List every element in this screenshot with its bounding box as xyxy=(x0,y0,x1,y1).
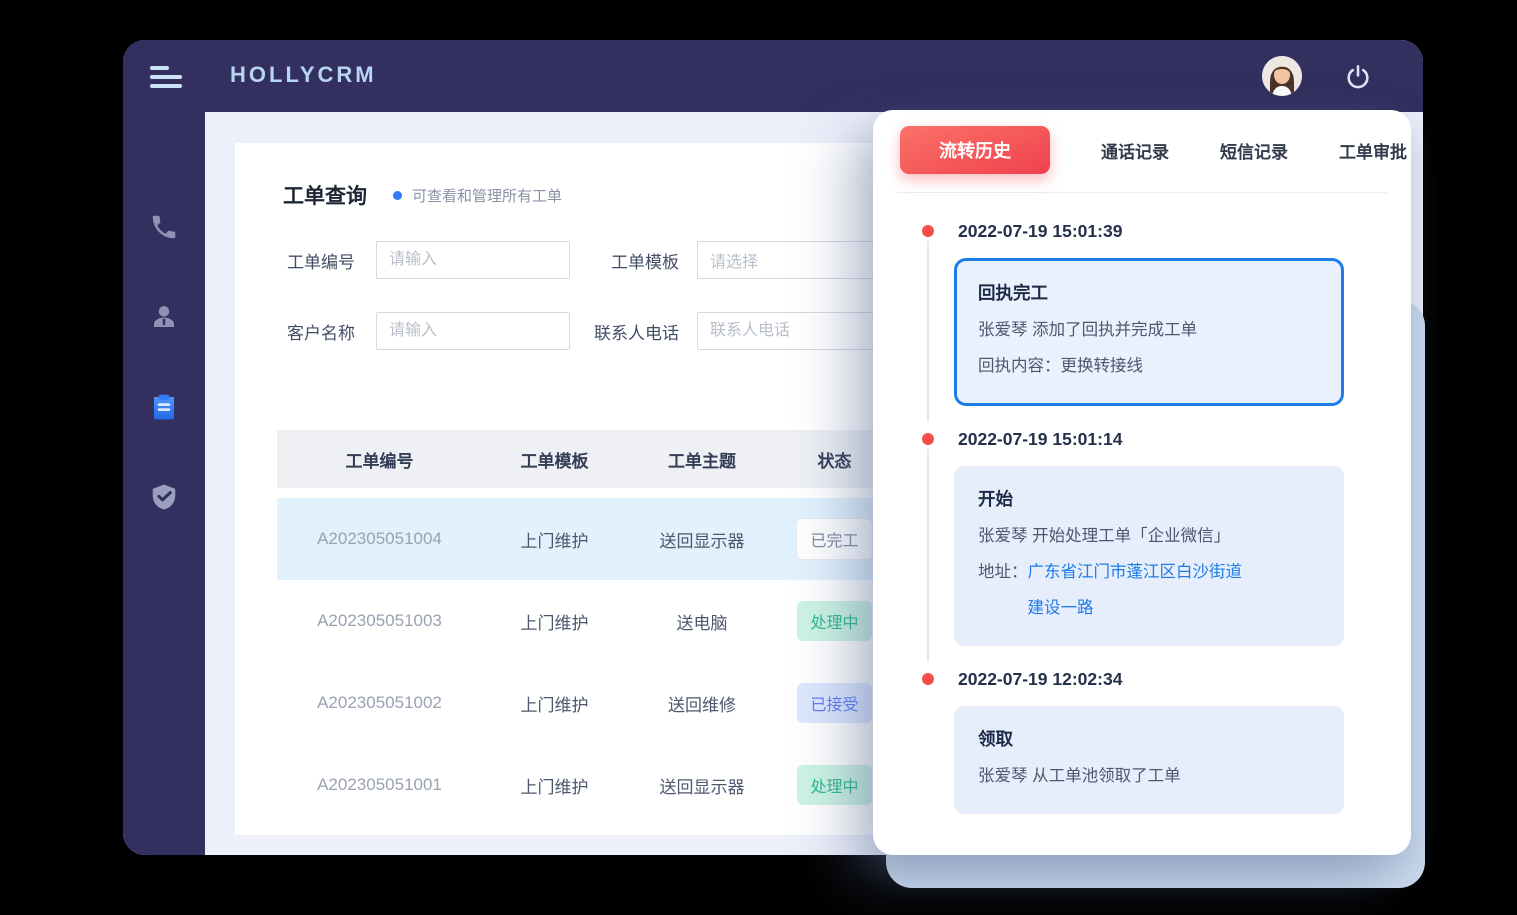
table-row[interactable]: A202305051004 上门维护 送回显示器 已完工 xyxy=(277,498,937,580)
timeline-card-line: 张爱琴 开始处理工单「企业微信」 xyxy=(978,518,1320,554)
cell-subject: 送回维修 xyxy=(627,691,777,716)
timeline-card-line: 张爱琴 添加了回执并完成工单 xyxy=(978,312,1320,348)
timeline-card-title: 回执完工 xyxy=(978,278,1320,308)
template-select-placeholder: 请选择 xyxy=(710,248,758,272)
history-panel: 流转历史 通话记录 短信记录 工单审批 2022-07-19 15:01:39 … xyxy=(873,110,1411,855)
cell-template: 上门维护 xyxy=(482,691,627,716)
status-badge: 处理中 xyxy=(797,765,871,805)
col-header-template: 工单模板 xyxy=(482,447,627,472)
tab-workorder-approval[interactable]: 工单审批 xyxy=(1339,138,1407,163)
contacts-icon xyxy=(149,302,179,332)
subtitle-dot-icon xyxy=(393,191,402,200)
page-subtitle: 可查看和管理所有工单 xyxy=(412,185,562,206)
table-row[interactable]: A202305051001 上门维护 送回显示器 处理中 xyxy=(277,744,937,826)
sidebar-item-calls[interactable] xyxy=(147,210,181,244)
tab-call-records[interactable]: 通话记录 xyxy=(1101,138,1169,163)
avatar-image xyxy=(1262,56,1302,96)
cell-subject: 送电脑 xyxy=(627,609,777,634)
user-avatar[interactable] xyxy=(1262,56,1302,96)
table-row[interactable]: A202305051003 上门维护 送电脑 处理中 xyxy=(277,580,937,662)
timeline-card-title: 开始 xyxy=(978,484,1320,514)
col-header-subject: 工单主题 xyxy=(627,447,777,472)
timeline-connector xyxy=(927,449,929,662)
security-icon xyxy=(149,482,179,512)
timeline-entry: 2022-07-19 15:01:39 回执完工 张爱琴 添加了回执并完成工单 … xyxy=(922,218,1375,406)
filter-label-order-id: 工单编号 xyxy=(287,248,376,273)
timeline: 2022-07-19 15:01:39 回执完工 张爱琴 添加了回执并完成工单 … xyxy=(873,193,1411,814)
cell-order-id: A202305051004 xyxy=(277,529,482,549)
tab-circulation-history[interactable]: 流转历史 xyxy=(900,126,1050,174)
tab-sms-records[interactable]: 短信记录 xyxy=(1220,138,1288,163)
timeline-entry: 2022-07-19 12:02:34 领取 张爱琴 从工单池领取了工单 xyxy=(922,666,1375,814)
filter-label-phone: 联系人电话 xyxy=(594,319,679,344)
timeline-dot-icon xyxy=(922,225,934,237)
timeline-card-line: 张爱琴 从工单池领取了工单 xyxy=(978,758,1320,794)
workorder-table: 工单编号 工单模板 工单主题 状态 A202305051004 上门维护 送回显… xyxy=(277,430,937,826)
col-header-order-id: 工单编号 xyxy=(277,447,482,472)
address-link[interactable]: 广东省江门市蓬江区白沙街道 建设一路 xyxy=(1028,554,1243,626)
sidebar-nav xyxy=(123,210,205,514)
app-logo: HOLLYCRM xyxy=(230,62,377,88)
timeline-card-started[interactable]: 开始 张爱琴 开始处理工单「企业微信」 地址： 广东省江门市蓬江区白沙街道 建设… xyxy=(954,466,1344,646)
page-title: 工单查询 xyxy=(283,180,367,210)
timeline-dot-icon xyxy=(922,433,934,445)
status-badge: 已接受 xyxy=(797,683,871,723)
sidebar-item-security[interactable] xyxy=(147,480,181,514)
orders-icon xyxy=(149,392,179,422)
filter-label-template: 工单模板 xyxy=(611,248,679,273)
phone-icon xyxy=(149,212,179,242)
sidebar-item-contacts[interactable] xyxy=(147,300,181,334)
sidebar-item-workorders[interactable] xyxy=(147,390,181,424)
table-row[interactable]: A202305051002 上门维护 送回维修 已接受 xyxy=(277,662,937,744)
cell-template: 上门维护 xyxy=(482,609,627,634)
status-badge: 已完工 xyxy=(796,518,872,560)
power-icon[interactable] xyxy=(1345,64,1371,90)
timeline-connector xyxy=(927,241,929,422)
timeline-card-title: 领取 xyxy=(978,724,1320,754)
address-label: 地址： xyxy=(978,554,1028,626)
timeline-timestamp: 2022-07-19 15:01:39 xyxy=(958,218,1375,244)
table-header: 工单编号 工单模板 工单主题 状态 xyxy=(277,430,937,488)
panel-tabs: 流转历史 通话记录 短信记录 工单审批 xyxy=(873,110,1411,174)
order-id-input[interactable] xyxy=(376,241,570,279)
timeline-timestamp: 2022-07-19 12:02:34 xyxy=(958,666,1375,692)
menu-icon[interactable] xyxy=(150,66,182,88)
timeline-card-completed[interactable]: 回执完工 张爱琴 添加了回执并完成工单 回执内容：更换转接线 xyxy=(954,258,1344,406)
cell-order-id: A202305051002 xyxy=(277,693,482,713)
cell-template: 上门维护 xyxy=(482,527,627,552)
timeline-entry: 2022-07-19 15:01:14 开始 张爱琴 开始处理工单「企业微信」 … xyxy=(922,426,1375,646)
cell-order-id: A202305051001 xyxy=(277,775,482,795)
timeline-card-claimed[interactable]: 领取 张爱琴 从工单池领取了工单 xyxy=(954,706,1344,814)
cell-subject: 送回显示器 xyxy=(627,773,777,798)
timeline-dot-icon xyxy=(922,673,934,685)
cell-template: 上门维护 xyxy=(482,773,627,798)
filter-label-customer: 客户名称 xyxy=(287,319,376,344)
timeline-card-line: 回执内容：更换转接线 xyxy=(978,348,1320,384)
cell-order-id: A202305051003 xyxy=(277,611,482,631)
timeline-timestamp: 2022-07-19 15:01:14 xyxy=(958,426,1375,452)
customer-name-input[interactable] xyxy=(376,312,570,350)
cell-subject: 送回显示器 xyxy=(627,527,777,552)
status-badge: 处理中 xyxy=(797,601,871,641)
